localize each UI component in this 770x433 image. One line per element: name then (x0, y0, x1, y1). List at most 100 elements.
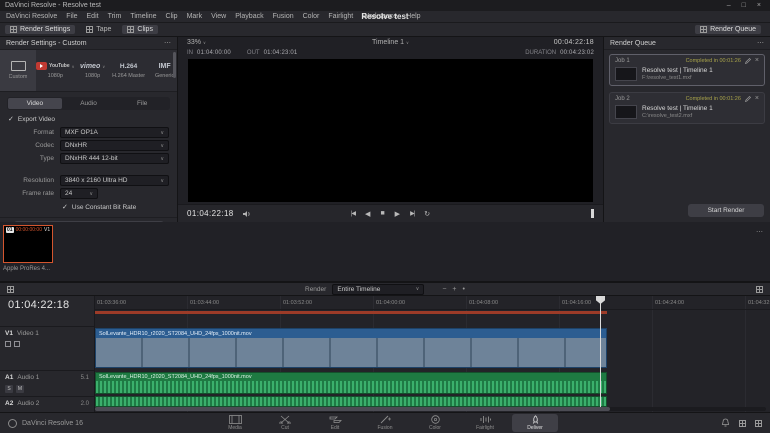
type-select[interactable]: DNxHR 444 12-bit ∨ (60, 153, 169, 164)
preset-vimeo[interactable]: vimeo ∨ 1080p (75, 50, 111, 91)
ruler-label: 01:03:36:00 (97, 300, 126, 306)
resolution-select[interactable]: 3840 x 2160 Ultra HD ∨ (60, 175, 169, 186)
timeline-select[interactable]: Timeline 1 ∨ (178, 39, 603, 46)
page-media[interactable]: Media (212, 414, 258, 432)
start-render-button[interactable]: Start Render (688, 204, 764, 217)
mark-in-icon[interactable]: − (442, 286, 446, 293)
timeline-ruler[interactable]: 01:03:36:00 01:03:44:00 01:03:52:00 01:0… (95, 296, 770, 310)
track-enable-icon[interactable] (5, 341, 11, 347)
preset-caption: 1080p (85, 73, 100, 79)
loop-button[interactable]: ↻ (424, 210, 430, 218)
page-color[interactable]: Color (412, 414, 458, 432)
edit-pencil-icon[interactable] (745, 96, 751, 102)
project-manager-icon[interactable] (739, 420, 746, 427)
minimize-icon[interactable]: – (727, 2, 731, 9)
close-icon[interactable]: × (757, 2, 761, 9)
video-clip[interactable]: SolLevante_HDR10_r2020_ST2084_UHD_24fps_… (95, 328, 607, 368)
zoom-select[interactable]: 33% ∨ (187, 39, 206, 46)
maximize-icon[interactable]: □ (742, 2, 746, 9)
export-video-label: Export Video (18, 116, 55, 123)
clip-timecode: 00:00:00:00 (16, 227, 42, 233)
menu-clip[interactable]: Clip (166, 13, 178, 20)
constant-bitrate-checkbox[interactable]: ✓ Use Constant Bit Rate (0, 201, 177, 213)
go-to-start-button[interactable]: |◀ (351, 210, 355, 217)
playhead[interactable] (600, 296, 601, 407)
codec-select[interactable]: DNxHR ∨ (60, 140, 169, 151)
preset-custom[interactable]: Custom (0, 50, 36, 91)
preset-h264[interactable]: H.264 H.264 Master (111, 50, 147, 91)
notifications-bell-icon[interactable] (721, 418, 730, 428)
page-fusion[interactable]: Fusion (362, 414, 408, 432)
menu-fusion[interactable]: Fusion (273, 13, 294, 20)
video-preview[interactable] (188, 59, 593, 202)
format-select[interactable]: MXF OP1A ∨ (60, 127, 169, 138)
play-button[interactable]: ▶ (395, 210, 400, 218)
render-settings-toggle-button[interactable]: Render Settings (5, 25, 75, 34)
titlebar: DaVinci Resolve - Resolve test – □ × (0, 0, 770, 11)
tab-file[interactable]: File (115, 98, 169, 109)
go-to-end-button[interactable]: ▶| (410, 210, 414, 217)
speaker-icon[interactable] (242, 210, 252, 218)
render-label: Render (305, 286, 326, 293)
constant-bitrate-label: Use Constant Bit Rate (72, 204, 136, 211)
menu-playback[interactable]: Playback (235, 13, 263, 20)
delete-job-icon[interactable]: × (755, 58, 759, 64)
menu-mark[interactable]: Mark (187, 13, 203, 20)
h264-icon: H.264 (120, 63, 137, 70)
preset-youtube[interactable]: YouTube ∨ 1080p (36, 50, 75, 91)
clips-button[interactable]: Clips (122, 25, 158, 34)
tape-button[interactable]: Tape (81, 25, 116, 34)
page-deliver[interactable]: Deliver (512, 414, 558, 432)
menu-workspace[interactable]: Workspace (362, 13, 397, 20)
tape-icon (86, 26, 93, 33)
timeline-scrollbar[interactable] (95, 407, 766, 411)
menu-fairlight[interactable]: Fairlight (328, 13, 353, 20)
clip-thumbnail[interactable]: 01 00:00:00:00 V1 (3, 225, 53, 263)
track-lock-icon[interactable] (14, 341, 20, 347)
menu-edit[interactable]: Edit (87, 13, 99, 20)
page-edit[interactable]: Edit (312, 414, 358, 432)
menu-help[interactable]: Help (406, 13, 420, 20)
tab-video[interactable]: Video (8, 98, 62, 109)
track-header-v1[interactable]: V1 Video 1 (0, 326, 94, 368)
menu-trim[interactable]: Trim (108, 13, 122, 20)
track-header-a1[interactable]: A1 Audio 1 5.1 S M (0, 370, 94, 394)
mark-out-icon[interactable]: + (452, 286, 456, 293)
timeline-options-icon[interactable] (7, 286, 14, 293)
menu-file[interactable]: File (66, 13, 77, 20)
menu-davinci-resolve[interactable]: DaVinci Resolve (6, 13, 57, 20)
panel-options-icon[interactable]: ⋯ (164, 39, 171, 47)
strip-options-icon[interactable]: ⋯ (756, 228, 763, 236)
timeline-view-icon[interactable] (756, 286, 763, 293)
page-cut[interactable]: Cut (262, 414, 308, 432)
framerate-select[interactable]: 24 ∨ (60, 188, 98, 199)
job-card-2[interactable]: Job 2 Completed in 00:01:26 × Resolve te… (609, 92, 765, 124)
solo-button[interactable]: S (5, 385, 13, 393)
play-reverse-button[interactable]: ◀ (365, 210, 370, 218)
tab-audio[interactable]: Audio (62, 98, 116, 109)
render-range-select[interactable]: Entire Timeline ∨ (332, 284, 424, 295)
render-range-bar[interactable] (95, 311, 607, 314)
panel-options-icon[interactable]: ⋯ (757, 39, 764, 47)
page-fairlight[interactable]: Fairlight (462, 414, 508, 432)
menu-color[interactable]: Color (303, 13, 320, 20)
timeline-scrollbar-thumb[interactable] (95, 407, 610, 411)
audio-clip-a2[interactable] (95, 396, 607, 407)
timeline-lanes[interactable]: 01:03:36:00 01:03:44:00 01:03:52:00 01:0… (95, 296, 770, 412)
render-queue-toggle-button[interactable]: Render Queue (695, 25, 761, 34)
menu-view[interactable]: View (211, 13, 226, 20)
codec-field: Codec DNxHR ∨ (0, 140, 169, 151)
track-header-a2[interactable]: A2 Audio 2 2.0 (0, 396, 94, 408)
marker-dot-icon[interactable]: • (463, 286, 465, 293)
project-settings-icon[interactable] (755, 420, 762, 427)
audio-clip-a1[interactable]: SolLevante_HDR10_r2020_ST2084_UHD_24fps_… (95, 372, 607, 394)
menu-timeline[interactable]: Timeline (130, 13, 156, 20)
mute-button[interactable]: M (16, 385, 24, 393)
job-card-1[interactable]: Job 1 Completed in 00:01:26 × Resolve te… (609, 54, 765, 86)
delete-job-icon[interactable]: × (755, 96, 759, 102)
stop-button[interactable]: ■ (380, 210, 384, 217)
presets-scrollbar[interactable] (173, 52, 176, 78)
export-video-checkbox[interactable]: ✓ Export Video (0, 113, 177, 125)
edit-pencil-icon[interactable] (745, 58, 751, 64)
window-controls: – □ × (727, 2, 765, 9)
